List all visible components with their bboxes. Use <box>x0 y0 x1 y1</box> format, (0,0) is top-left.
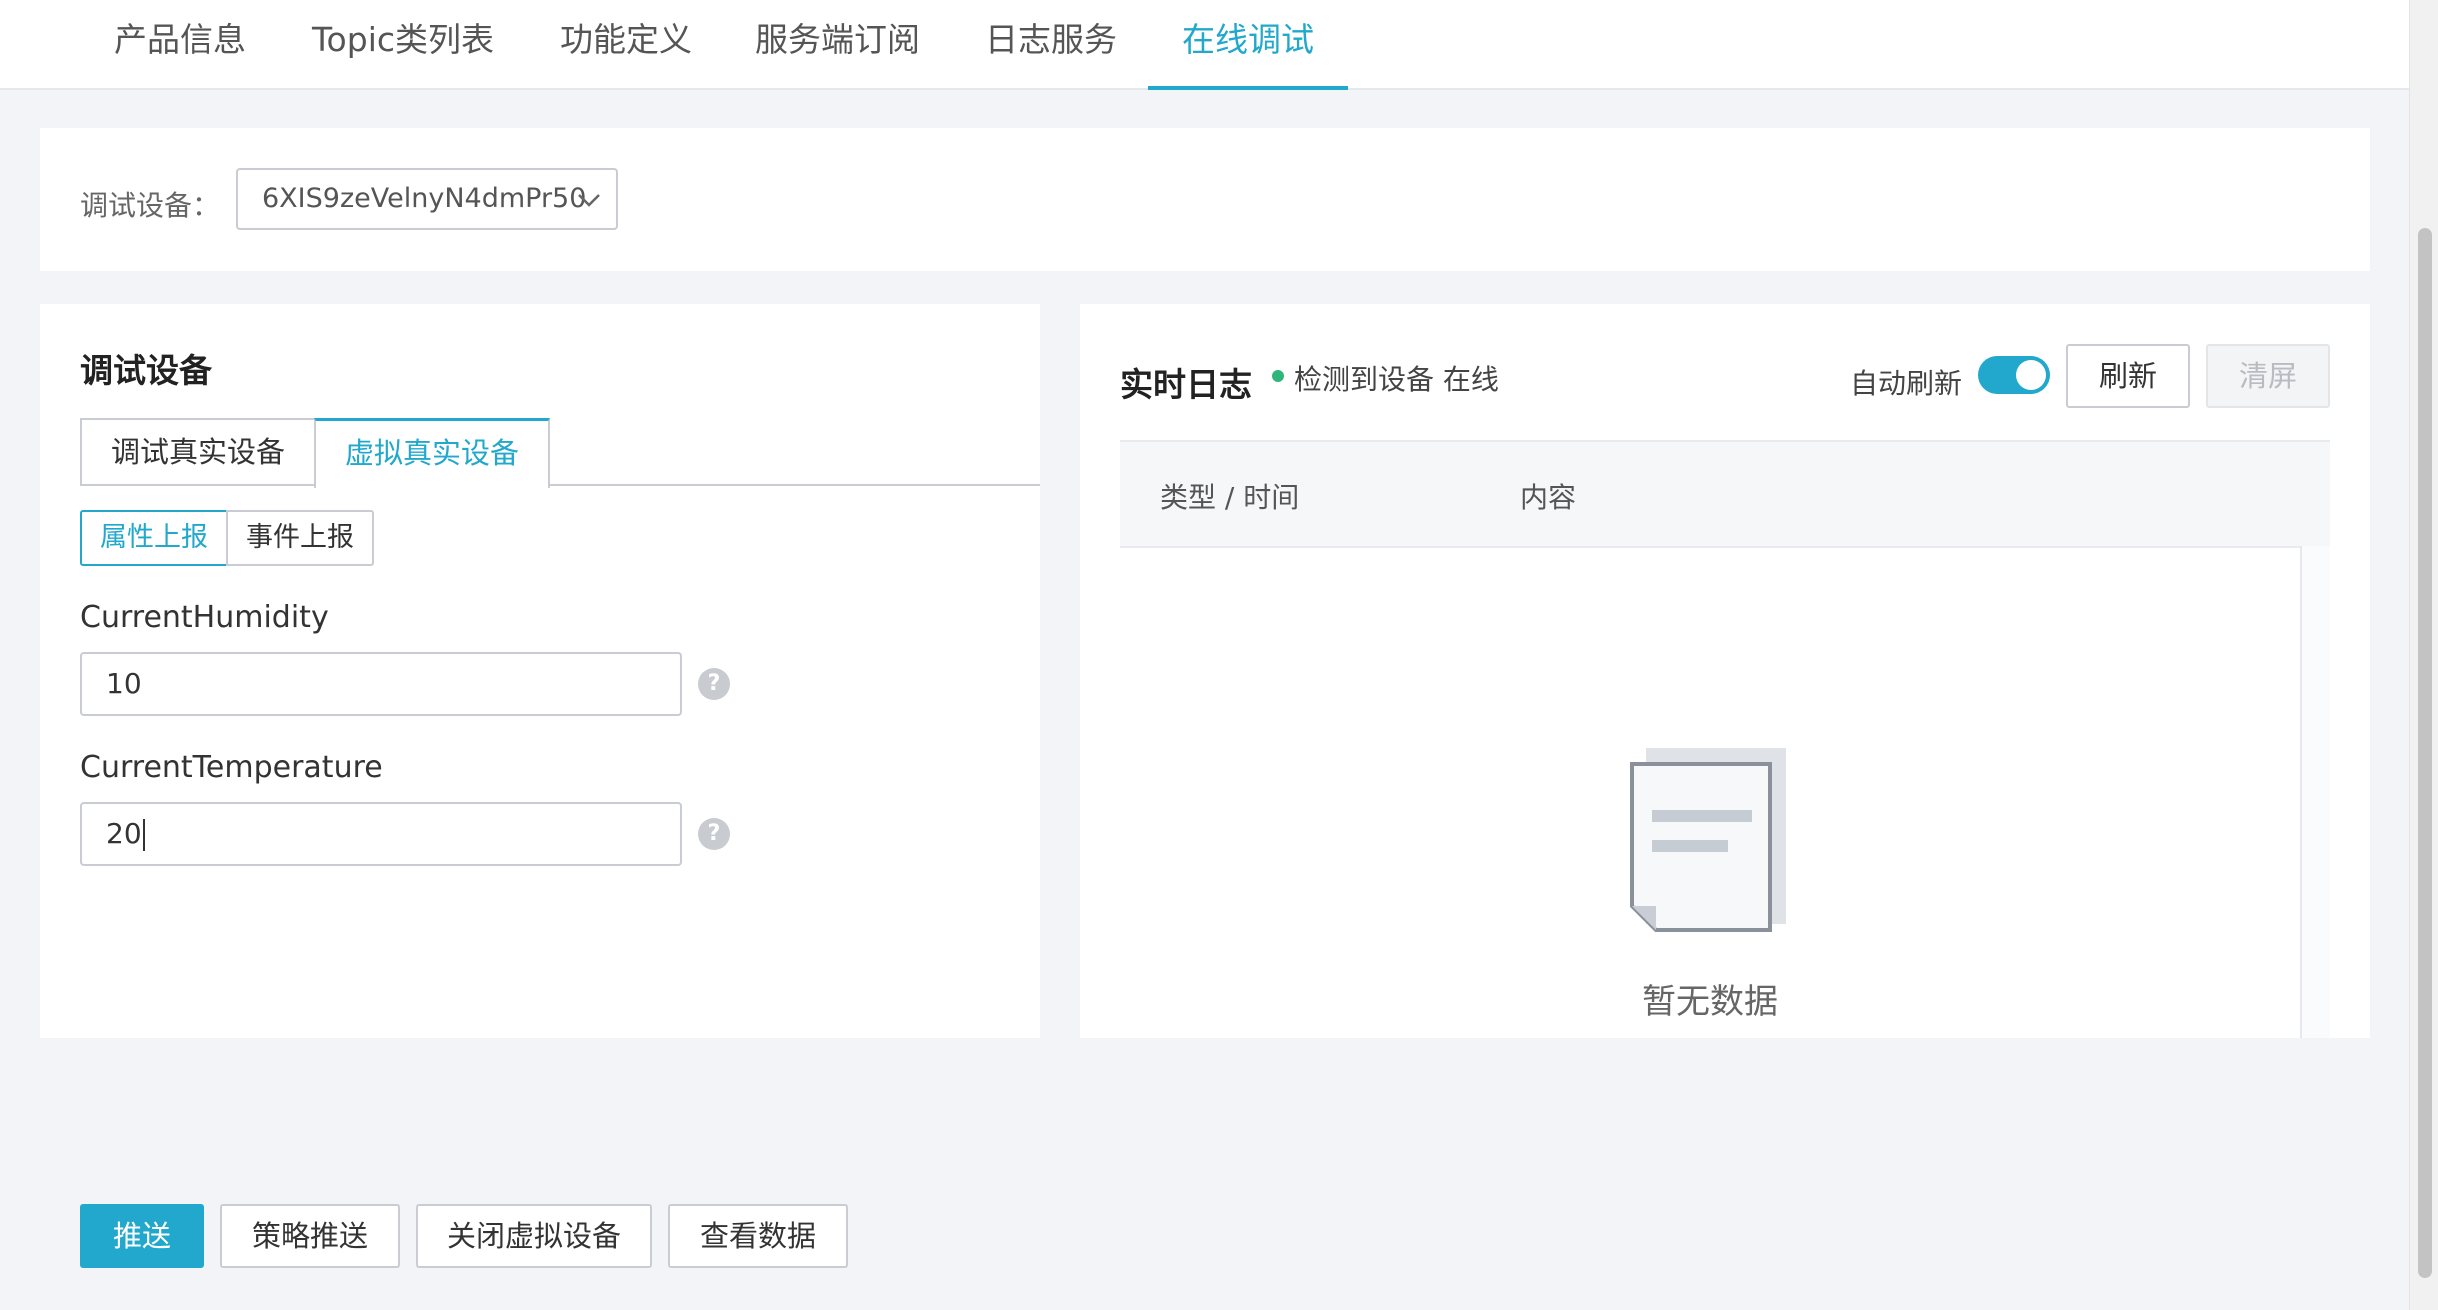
debug-panel-title: 调试设备 <box>80 351 212 390</box>
help-icon[interactable]: ? <box>698 668 730 700</box>
clear-button[interactable]: 清屏 <box>2206 344 2330 408</box>
strategy-push-button[interactable]: 策略推送 <box>220 1204 400 1268</box>
auto-refresh-toggle[interactable] <box>1978 356 2050 394</box>
tab-function-definition[interactable]: 功能定义 <box>560 0 692 88</box>
temperature-input[interactable]: 20 <box>80 802 682 866</box>
device-select[interactable]: 6XIS9zeVelnyN4dmPr50 <box>236 168 618 230</box>
column-content: 内容 <box>1520 481 1577 514</box>
tab-online-debug[interactable]: 在线调试 <box>1148 0 1348 90</box>
tab-topic-list[interactable]: Topic类列表 <box>312 0 494 88</box>
online-status-dot <box>1272 370 1284 382</box>
text-cursor <box>142 819 145 851</box>
log-table-header: 类型 / 时间 内容 <box>1120 440 2330 548</box>
field-label-humidity: CurrentHumidity <box>80 600 329 635</box>
toggle-knob <box>2016 360 2046 390</box>
device-select-value: 6XIS9zeVelnyN4dmPr50 <box>262 183 587 214</box>
debug-device-panel: 调试设备 调试真实设备 虚拟真实设备 属性上报 事件上报 CurrentHumi… <box>40 304 1040 1038</box>
tab-server-subscription[interactable]: 服务端订阅 <box>755 0 920 88</box>
device-selector-panel: 调试设备： 6XIS9zeVelnyN4dmPr50 <box>40 128 2370 271</box>
tab-virtual-device[interactable]: 虚拟真实设备 <box>314 418 550 488</box>
empty-state-text: 暂无数据 <box>1642 982 1778 1022</box>
tab-product-info[interactable]: 产品信息 <box>114 0 246 88</box>
log-scrollbar[interactable] <box>2300 546 2330 1038</box>
column-type-time: 类型 / 时间 <box>1160 481 1300 514</box>
push-button[interactable]: 推送 <box>80 1204 204 1268</box>
humidity-input-value: 10 <box>106 667 142 700</box>
tab-property-report[interactable]: 属性上报 <box>80 510 228 566</box>
realtime-log-panel: 实时日志 检测到设备 在线 自动刷新 刷新 清屏 类型 / 时间 内容 暂无数据 <box>1080 304 2370 1038</box>
log-panel-title: 实时日志 <box>1120 365 1252 404</box>
page-scrollbar[interactable] <box>2409 0 2438 1310</box>
device-status-text: 检测到设备 在线 <box>1294 363 1499 396</box>
page-scrollbar-thumb[interactable] <box>2418 228 2432 1278</box>
product-tab-bar: 产品信息 Topic类列表 功能定义 服务端订阅 日志服务 在线调试 <box>0 0 2410 90</box>
empty-document-icon <box>1630 748 1786 932</box>
tab-event-report[interactable]: 事件上报 <box>226 510 374 566</box>
humidity-input[interactable]: 10 <box>80 652 682 716</box>
view-data-button[interactable]: 查看数据 <box>668 1204 848 1268</box>
tab-log-service[interactable]: 日志服务 <box>985 0 1117 88</box>
chevron-down-icon <box>578 194 600 207</box>
tab-real-device[interactable]: 调试真实设备 <box>80 418 316 486</box>
field-label-temperature: CurrentTemperature <box>80 750 383 785</box>
temperature-input-value: 20 <box>106 817 142 850</box>
refresh-button[interactable]: 刷新 <box>2066 344 2190 408</box>
auto-refresh-label: 自动刷新 <box>1850 367 1963 400</box>
close-virtual-device-button[interactable]: 关闭虚拟设备 <box>416 1204 652 1268</box>
device-selector-label: 调试设备： <box>80 189 221 222</box>
help-icon[interactable]: ? <box>698 818 730 850</box>
